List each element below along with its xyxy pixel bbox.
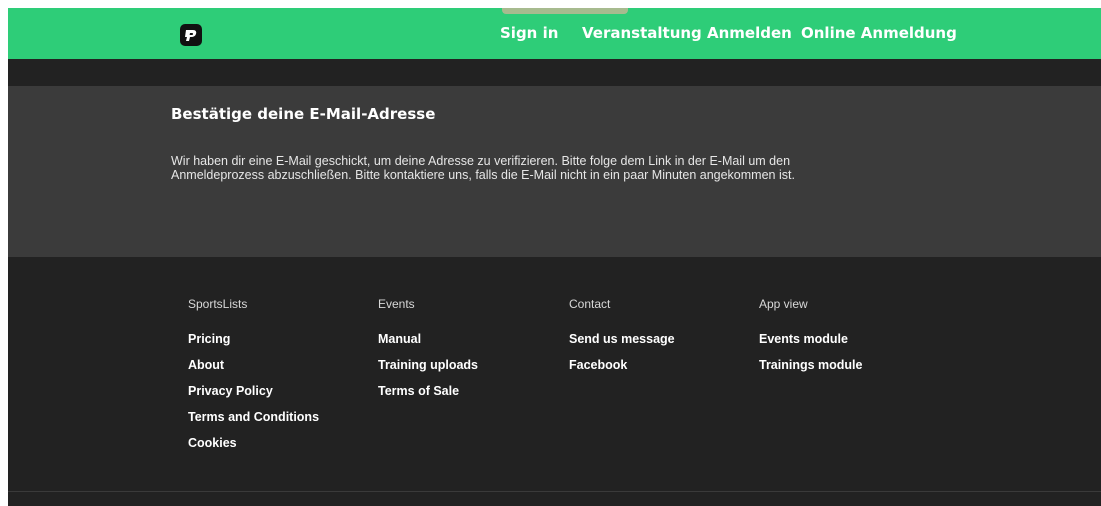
footer-link-training-uploads[interactable]: Training uploads <box>378 352 568 378</box>
footer-link-facebook[interactable]: Facebook <box>569 352 759 378</box>
footer-column-app-view: App view Events module Trainings module <box>759 297 949 378</box>
page-title: Bestätige deine E-Mail-Adresse <box>171 105 436 123</box>
footer-heading: SportsLists <box>188 297 248 311</box>
footer-link-terms-and-conditions[interactable]: Terms and Conditions <box>188 404 378 430</box>
footer-link-about[interactable]: About <box>188 352 378 378</box>
footer-heading: App view <box>759 297 808 311</box>
footer-link-trainings-module[interactable]: Trainings module <box>759 352 949 378</box>
top-navbar: Sign in Veranstaltung Anmelden Online An… <box>8 8 1101 59</box>
footer-heading: Events <box>378 297 415 311</box>
footer-column-contact: Contact Send us message Facebook <box>569 297 759 378</box>
nav-veranstaltung-anmelden[interactable]: Veranstaltung Anmelden <box>582 8 792 59</box>
footer-link-pricing[interactable]: Pricing <box>188 326 378 352</box>
footer-heading: Contact <box>569 297 611 311</box>
footer-link-privacy-policy[interactable]: Privacy Policy <box>188 378 378 404</box>
p-logo-glyph <box>185 30 197 41</box>
message-line-2: Anmeldeprozess abzuschließen. Bitte kont… <box>171 168 795 182</box>
message-line-1: Wir haben dir eine E-Mail geschickt, um … <box>171 154 791 168</box>
footer-link-cookies[interactable]: Cookies <box>188 430 378 456</box>
footer-link-terms-of-sale[interactable]: Terms of Sale <box>378 378 568 404</box>
footer-column-events: Events Manual Training uploads Terms of … <box>378 297 568 404</box>
footer-divider <box>8 491 1101 492</box>
footer: SportsLists Pricing About Privacy Policy… <box>8 257 1101 490</box>
footer-link-events-module[interactable]: Events module <box>759 326 949 352</box>
footer-link-send-us-message[interactable]: Send us message <box>569 326 759 352</box>
footer-column-sportslists: SportsLists Pricing About Privacy Policy… <box>188 297 378 456</box>
nav-online-anmeldung[interactable]: Online Anmeldung <box>801 8 957 59</box>
footer-link-manual[interactable]: Manual <box>378 326 568 352</box>
p-logo-icon[interactable] <box>180 24 202 46</box>
page-frame: Sign in Veranstaltung Anmelden Online An… <box>8 8 1101 506</box>
nav-sign-in[interactable]: Sign in <box>500 8 558 59</box>
verification-message: Wir haben dir eine E-Mail geschickt, um … <box>171 154 971 182</box>
confirmation-panel: Bestätige deine E-Mail-Adresse Wir haben… <box>8 86 1101 257</box>
header-strip <box>8 59 1101 86</box>
